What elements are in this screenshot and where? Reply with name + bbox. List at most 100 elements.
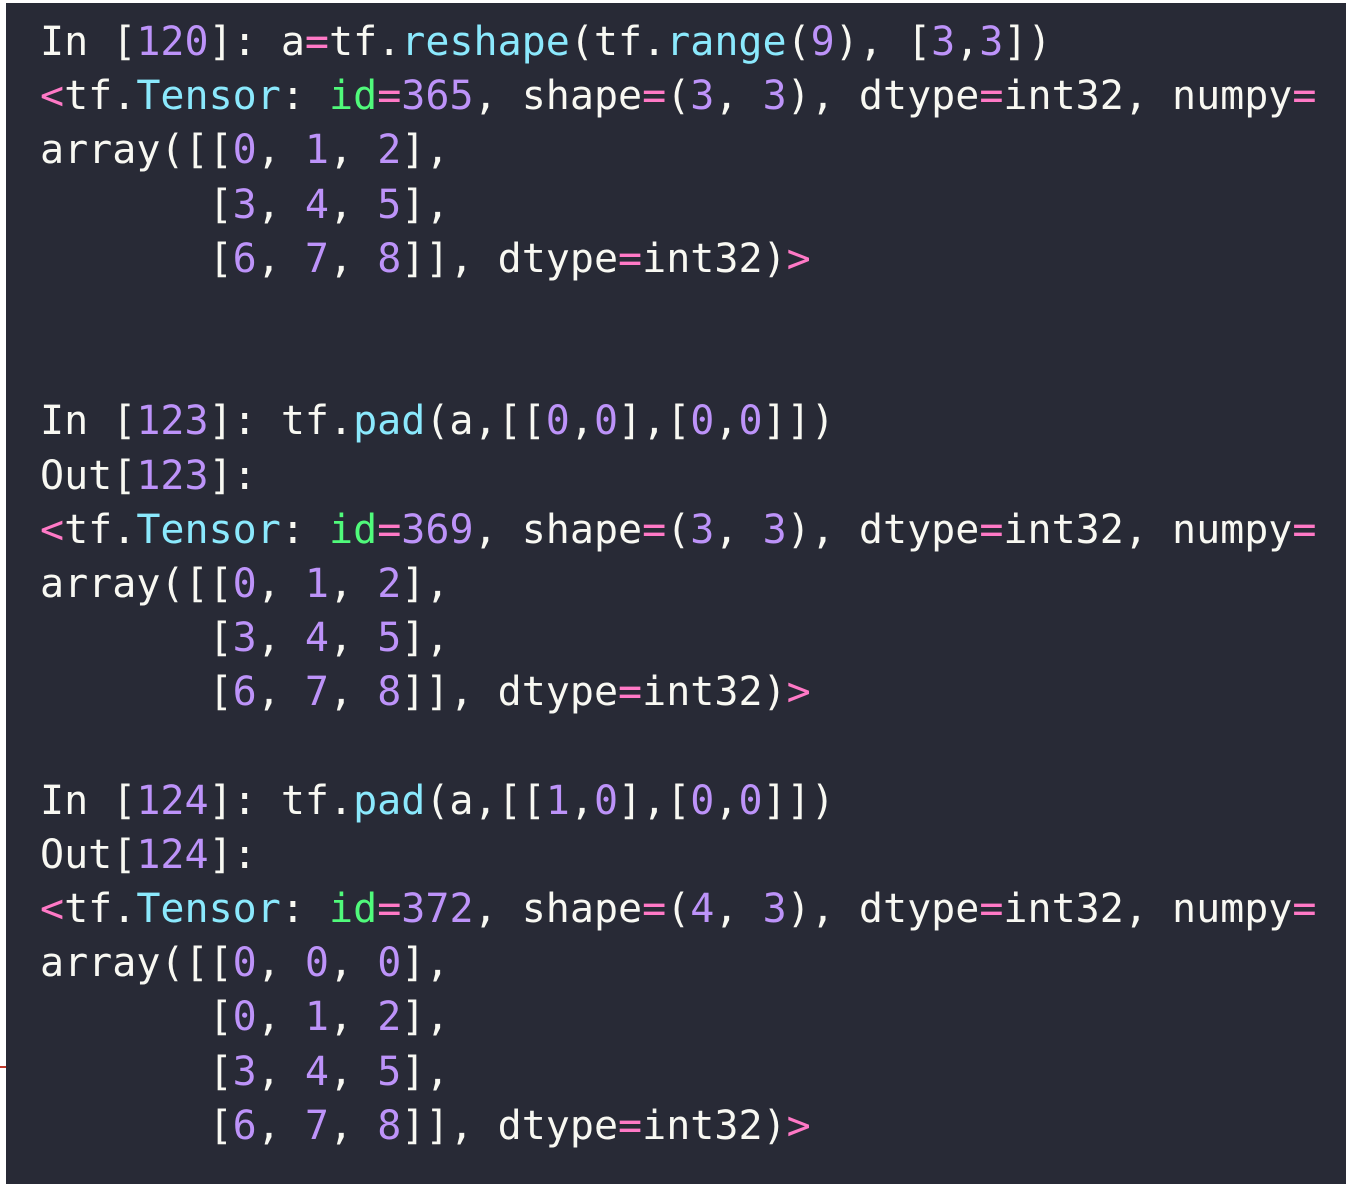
- token-default: ,: [329, 560, 378, 607]
- token-default: In [: [40, 19, 137, 65]
- token-default: ]: a: [208, 19, 305, 65]
- token-number: 5: [377, 615, 402, 662]
- token-default: ,: [329, 994, 378, 1041]
- token-number: 8: [377, 1102, 402, 1149]
- code-line: Out[123]:: [40, 449, 1346, 503]
- token-function: pad: [353, 398, 426, 445]
- token-default: ,: [256, 1102, 305, 1149]
- token-number: 0: [738, 398, 763, 445]
- token-default: ],[: [618, 398, 691, 445]
- token-keyword: =: [304, 19, 329, 65]
- token-number: 3: [931, 19, 956, 65]
- token-keyword: =: [642, 886, 667, 932]
- token-number: 124: [136, 777, 209, 824]
- token-number: 3: [762, 886, 787, 932]
- token-default: ]): [1003, 19, 1052, 65]
- ipython-terminal[interactable]: In [120]: a=tf.reshape(tf.range(9), [3,3…: [6, 3, 1346, 1184]
- token-default: int32, numpy: [1003, 73, 1293, 120]
- token-default: ), dtype: [786, 506, 980, 553]
- token-number: 3: [762, 506, 787, 553]
- token-number: 3: [979, 19, 1004, 65]
- token-default: , shape: [473, 506, 643, 553]
- token-number: 9: [810, 19, 835, 65]
- token-keyword: >: [786, 235, 811, 282]
- token-number: 2: [377, 560, 402, 607]
- token-keyword: =: [642, 73, 667, 120]
- token-default: ,: [256, 994, 305, 1041]
- code-line: <tf.Tensor: id=372, shape=(4, 3), dtype=…: [40, 882, 1346, 936]
- token-function: pad: [353, 777, 426, 824]
- token-default: ,: [256, 940, 305, 987]
- token-default: In [: [40, 777, 137, 824]
- token-default: ,: [714, 73, 763, 120]
- token-number: 0: [232, 940, 257, 987]
- token-function: Tensor: [136, 886, 281, 932]
- token-number: 7: [304, 1102, 330, 1149]
- token-default: [: [40, 615, 233, 662]
- token-default: :: [280, 506, 330, 553]
- token-default: Out[: [40, 452, 137, 499]
- token-default: (: [666, 73, 691, 120]
- token-default: ],: [401, 940, 450, 987]
- token-default: ],[: [618, 777, 691, 824]
- code-line: [3, 4, 5],: [40, 178, 1346, 232]
- token-number: 372: [401, 886, 474, 932]
- token-default: ,: [256, 560, 305, 607]
- token-number: 5: [377, 1048, 402, 1095]
- token-function: Tensor: [136, 506, 281, 553]
- token-keyword: <: [40, 886, 65, 932]
- token-keyword: =: [618, 235, 643, 282]
- token-number: 6: [232, 1102, 257, 1149]
- token-default: ,: [714, 777, 739, 824]
- token-number: 0: [738, 777, 763, 824]
- token-default: ,: [256, 181, 305, 228]
- token-default: array([[: [40, 560, 233, 607]
- token-number: 7: [304, 235, 330, 282]
- token-default: ]: tf.: [208, 398, 354, 445]
- token-number: 4: [304, 1048, 330, 1095]
- code-line: array([[0, 1, 2],: [40, 123, 1346, 177]
- token-default: int32): [642, 669, 787, 716]
- token-default: ],: [401, 560, 450, 607]
- token-default: (: [666, 886, 691, 932]
- token-number: 123: [136, 452, 209, 499]
- token-default: ,: [329, 181, 378, 228]
- code-line: [6, 7, 8]], dtype=int32)>: [40, 1099, 1346, 1153]
- token-number: 123: [136, 398, 209, 445]
- token-attribute: id: [329, 73, 378, 120]
- token-default: tf.: [64, 886, 137, 932]
- token-keyword: =: [377, 506, 402, 553]
- token-keyword: =: [979, 506, 1004, 553]
- token-attribute: id: [329, 506, 378, 553]
- token-default: (: [786, 19, 811, 65]
- token-default: ]]): [762, 398, 835, 445]
- token-function: Tensor: [136, 73, 281, 120]
- token-number: 0: [690, 398, 715, 445]
- token-default: :: [280, 73, 330, 120]
- token-default: ,: [955, 19, 980, 65]
- code-line: [6, 7, 8]], dtype=int32)>: [40, 232, 1346, 286]
- token-default: [: [40, 181, 233, 228]
- token-number: 0: [232, 560, 257, 607]
- token-number: 8: [377, 235, 402, 282]
- token-default: int32, numpy: [1003, 506, 1293, 553]
- token-default: ), [: [834, 19, 932, 65]
- token-default: ]:: [208, 452, 257, 499]
- token-number: 2: [377, 127, 402, 174]
- token-default: , shape: [473, 886, 643, 932]
- token-number: 3: [762, 73, 787, 120]
- token-default: int32): [642, 1102, 787, 1149]
- token-default: ,: [329, 127, 378, 174]
- token-keyword: <: [40, 506, 65, 553]
- token-default: tf.: [64, 506, 137, 553]
- token-default: ,: [714, 506, 763, 553]
- token-default: [: [40, 1102, 233, 1149]
- cell-123: In [123]: tf.pad(a,[[0,0],[0,0]]) Out[123…: [40, 394, 1346, 719]
- token-default: ,: [714, 886, 763, 932]
- token-default: ,: [329, 1102, 378, 1149]
- token-number: 2: [377, 994, 402, 1041]
- token-default: ]], dtype: [401, 1102, 619, 1149]
- token-number: 0: [690, 777, 715, 824]
- token-default: :: [280, 886, 330, 932]
